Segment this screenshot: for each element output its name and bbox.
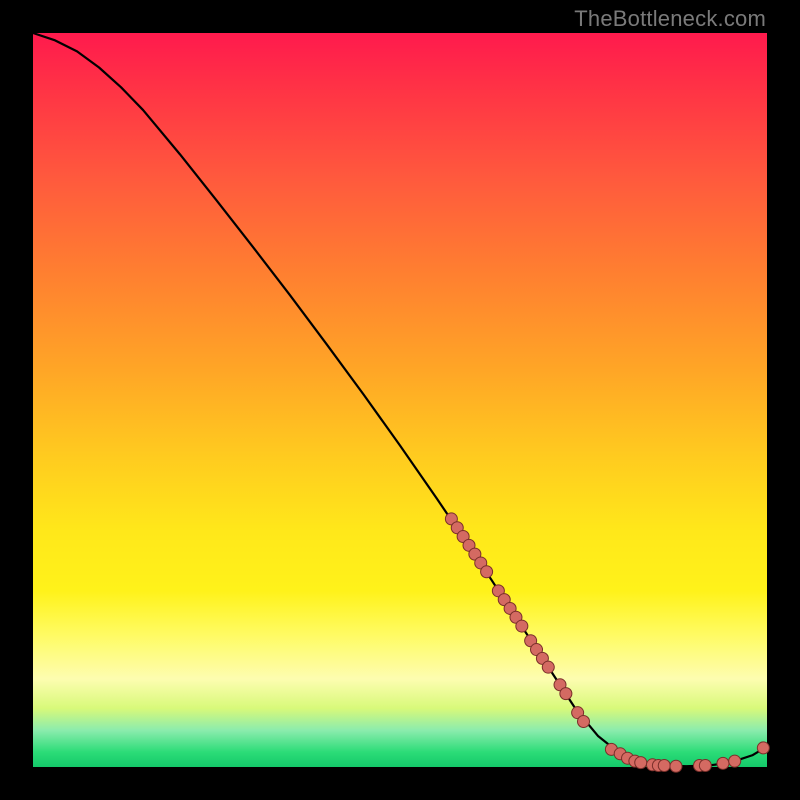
watermark-text: TheBottleneck.com [574, 6, 766, 32]
marker-group [445, 513, 769, 772]
data-marker [699, 760, 711, 772]
chart-frame: TheBottleneck.com [0, 0, 800, 800]
data-marker [560, 688, 572, 700]
data-marker [516, 620, 528, 632]
bottleneck-curve [33, 33, 767, 766]
data-marker [757, 742, 769, 754]
data-marker [542, 661, 554, 673]
data-marker [670, 760, 682, 772]
data-marker [658, 760, 670, 772]
data-marker [635, 757, 647, 769]
chart-overlay [33, 33, 767, 767]
data-marker [481, 566, 493, 578]
data-marker [717, 757, 729, 769]
data-marker [729, 755, 741, 767]
data-marker [578, 715, 590, 727]
